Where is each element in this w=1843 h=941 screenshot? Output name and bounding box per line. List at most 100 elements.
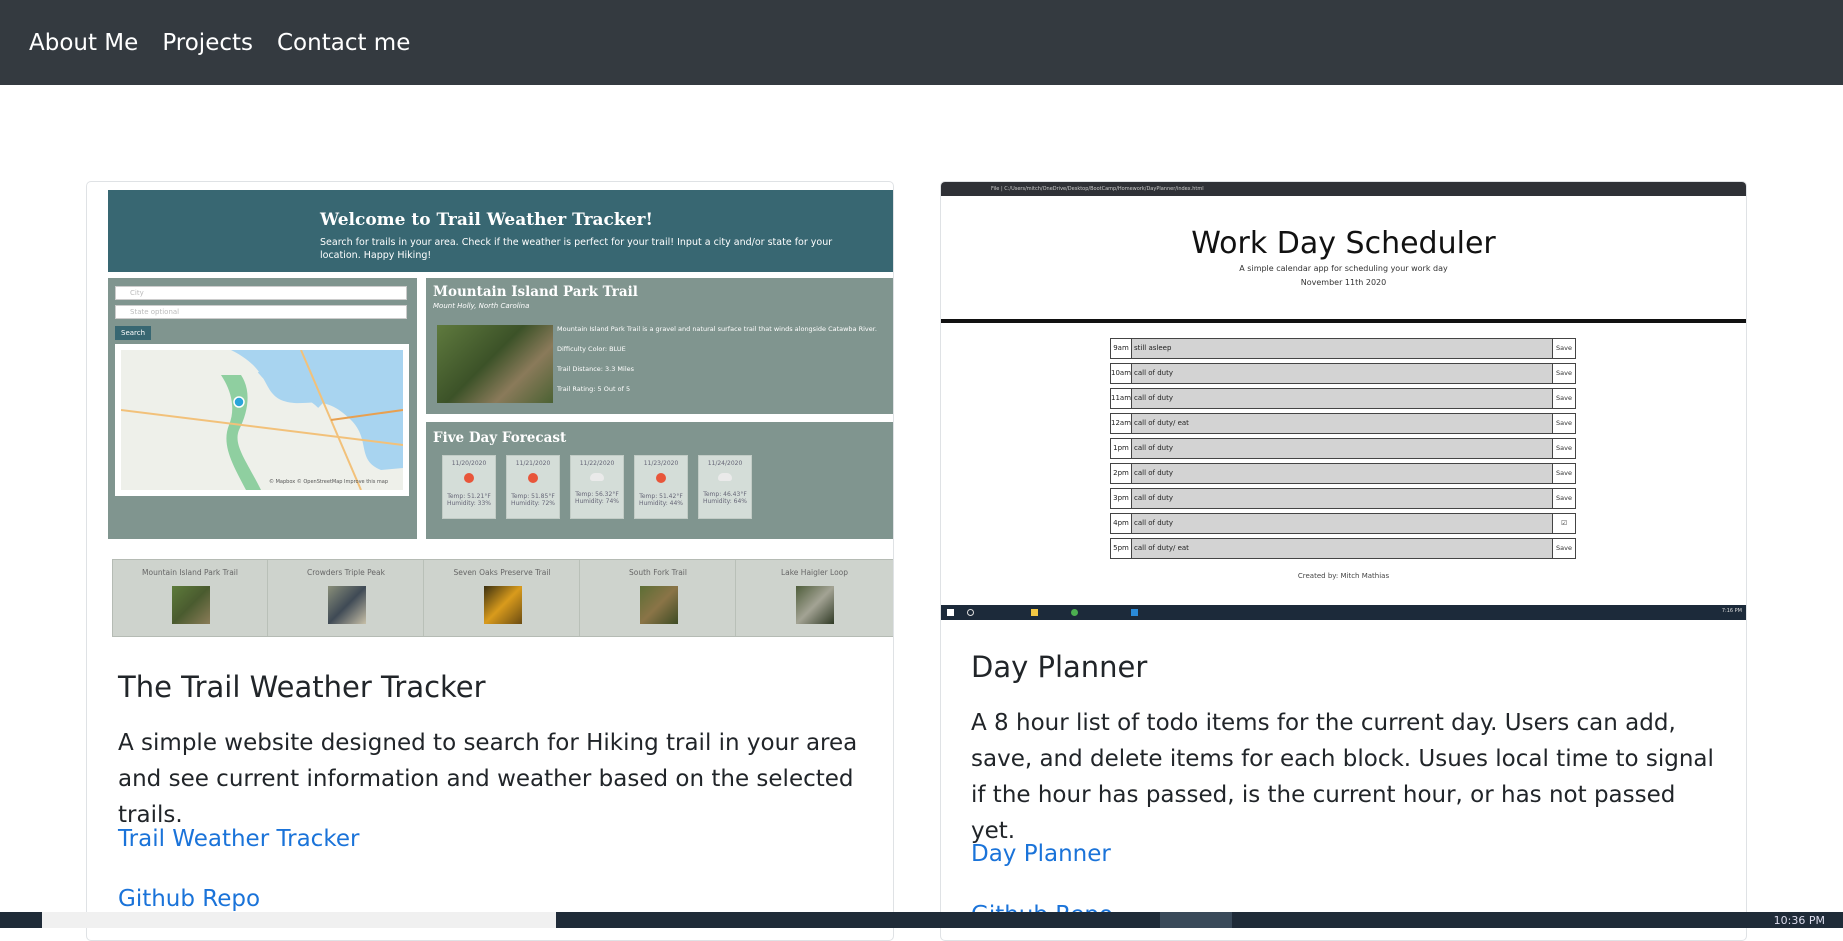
hour-label: 3pm — [1110, 488, 1132, 509]
save-button: Save — [1553, 363, 1576, 384]
github-repo-link[interactable]: Github Repo — [118, 886, 260, 912]
forecast-humidity: Humidity: 74% — [574, 498, 620, 505]
task-text: call of duty/ eat — [1132, 538, 1553, 559]
trail-distance: Trail Distance: 3.3 Miles — [557, 365, 635, 373]
hour-label: 5pm — [1110, 538, 1132, 559]
windows-taskbar: 10:36 PM — [0, 912, 1843, 928]
forecast-date: 11/24/2020 — [707, 460, 743, 467]
forecast-date: 11/20/2020 — [451, 460, 487, 467]
task-text: call of duty — [1132, 363, 1553, 384]
nav-contact-me[interactable]: Contact me — [277, 30, 410, 56]
search-icon — [967, 609, 974, 616]
hour-label: 10am — [1110, 363, 1132, 384]
nav-about-me[interactable]: About Me — [29, 30, 138, 56]
time-block: 10am call of duty Save — [1110, 363, 1576, 384]
time-block: 11am call of duty Save — [1110, 388, 1576, 409]
forecast-panel: Five Day Forecast 11/20/2020 Temp: 51.21… — [426, 422, 893, 539]
trail-result: Crowders Triple Peak — [269, 560, 424, 636]
task-text: call of duty — [1132, 488, 1553, 509]
forecast-temp: Temp: 51.42°F — [639, 493, 683, 500]
trail-info-panel: Mountain Island Park Trail Mount Holly, … — [426, 278, 893, 414]
trail-result-photo — [328, 586, 366, 624]
trail-search-button: Search — [115, 326, 152, 340]
trail-result-name: Lake Haigler Loop — [780, 568, 849, 577]
forecast-day: 11/21/2020 Temp: 51.85°F Humidity: 72% — [506, 455, 560, 519]
save-button: Save — [1553, 388, 1576, 409]
task-text: still asleep — [1132, 338, 1553, 359]
trail-difficulty: Difficulty Color: BLUE — [557, 345, 626, 353]
taskbar-clock: 10:36 PM — [1773, 914, 1825, 927]
cloud-icon — [718, 473, 732, 481]
screenshot-taskbar: 7:16 PM — [941, 605, 1746, 620]
task-text: call of duty — [1132, 463, 1553, 484]
taskbar-search-box[interactable] — [42, 912, 556, 928]
trail-search-panel: City State optional Search © Mapbox © Op… — [108, 278, 417, 539]
hour-label: 9am — [1110, 338, 1132, 359]
project-title: Day Planner — [971, 650, 1148, 684]
forecast-date: 11/21/2020 — [515, 460, 551, 467]
project-description: A 8 hour list of todo items for the curr… — [971, 710, 1714, 844]
sun-icon — [528, 473, 538, 483]
screenshot-clock: 7:16 PM — [1721, 608, 1742, 614]
map-graphic — [120, 349, 404, 491]
trail-result-photo — [484, 586, 522, 624]
forecast-title: Five Day Forecast — [433, 430, 567, 446]
city-input: City — [115, 286, 407, 300]
hour-label: 4pm — [1110, 513, 1132, 534]
save-button: Save — [1553, 338, 1576, 359]
trail-result-photo — [796, 586, 834, 624]
top-navbar: About Me Projects Contact me — [0, 0, 1843, 85]
trail-header-title: Welcome to Trail Weather Tracker! — [320, 210, 653, 230]
trail-weather-screenshot: Welcome to Trail Weather Tracker! Search… — [108, 190, 893, 650]
forecast-date: 11/22/2020 — [579, 460, 615, 467]
trail-result-name: Seven Oaks Preserve Trail — [453, 568, 551, 577]
forecast-temp: Temp: 56.32°F — [575, 491, 619, 498]
hour-label: 1pm — [1110, 438, 1132, 459]
trail-result: Seven Oaks Preserve Trail — [425, 560, 580, 636]
trail-result: Mountain Island Park Trail — [113, 560, 268, 636]
save-button: Save — [1553, 538, 1576, 559]
project-title: The Trail Weather Tracker — [118, 670, 486, 704]
forecast-temp: Temp: 51.21°F — [447, 493, 491, 500]
trail-header-banner: Welcome to Trail Weather Tracker! Search… — [108, 190, 893, 272]
cloud-icon — [590, 473, 604, 481]
browser-address-bar: File | C:/Users/mitch/OneDrive/Desktop/B… — [941, 182, 1746, 196]
trail-info-location: Mount Holly, North Carolina — [433, 302, 530, 310]
forecast-day: 11/20/2020 Temp: 51.21°F Humidity: 33% — [442, 455, 496, 519]
nav-projects[interactable]: Projects — [162, 30, 253, 56]
save-button: ☑ — [1553, 513, 1576, 534]
trail-photo — [437, 325, 553, 403]
forecast-day: 11/23/2020 Temp: 51.42°F Humidity: 44% — [634, 455, 688, 519]
taskbar-active-app[interactable] — [1160, 912, 1232, 928]
time-block: 1pm call of duty Save — [1110, 438, 1576, 459]
save-button: Save — [1553, 463, 1576, 484]
scheduler-subtitle: A simple calendar app for scheduling you… — [1239, 264, 1448, 273]
save-button: Save — [1553, 413, 1576, 434]
trail-description: Mountain Island Park Trail is a gravel a… — [557, 325, 877, 333]
trail-result-photo — [640, 586, 678, 624]
task-text: call of duty — [1132, 513, 1553, 534]
trail-result-photo — [172, 586, 210, 624]
forecast-humidity: Humidity: 33% — [446, 500, 492, 507]
windows-icon — [947, 609, 954, 616]
project-card-trail-weather: Welcome to Trail Weather Tracker! Search… — [86, 181, 894, 941]
trail-header-subtitle: Search for trails in your area. Check if… — [320, 237, 833, 261]
project-site-link[interactable]: Trail Weather Tracker — [118, 826, 359, 852]
task-text: call of duty — [1132, 438, 1553, 459]
map-credit: © Mapbox © OpenStreetMap Improve this ma… — [269, 479, 389, 485]
trail-result-name: Crowders Triple Peak — [307, 568, 385, 577]
trail-rating: Trail Rating: 5 Out of 5 — [557, 385, 631, 393]
scheduler-title: Work Day Scheduler — [1191, 226, 1496, 261]
forecast-humidity: Humidity: 72% — [510, 500, 556, 507]
forecast-temp: Temp: 51.85°F — [511, 493, 555, 500]
time-block: 2pm call of duty Save — [1110, 463, 1576, 484]
vscode-icon — [1131, 609, 1138, 616]
project-site-link[interactable]: Day Planner — [971, 841, 1111, 867]
time-block: 5pm call of duty/ eat Save — [1110, 538, 1576, 559]
project-description: A simple website designed to search for … — [118, 730, 858, 828]
scheduler-credit: Created by: Mitch Mathias — [1297, 572, 1390, 580]
task-text: call of duty — [1132, 388, 1553, 409]
forecast-day: 11/24/2020 Temp: 46.43°F Humidity: 64% — [698, 455, 752, 519]
forecast-temp: Temp: 46.43°F — [703, 491, 747, 498]
trail-results-strip: Mountain Island Park Trail Crowders Trip… — [112, 559, 893, 637]
